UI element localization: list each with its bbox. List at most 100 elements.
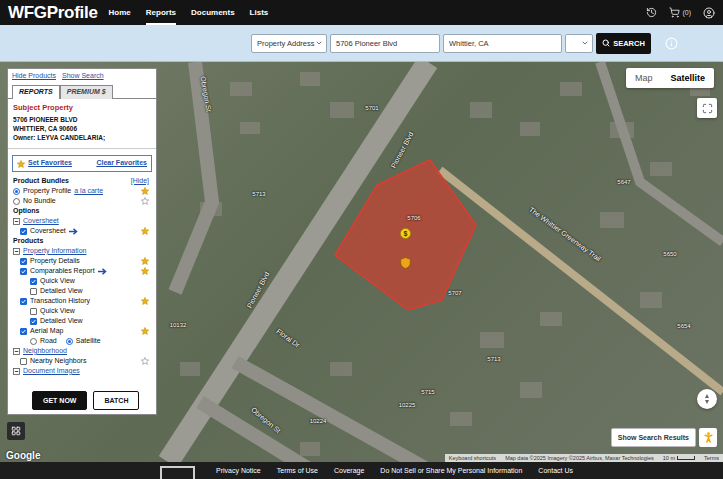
search-button[interactable]: SEARCH xyxy=(596,33,651,54)
checkbox[interactable] xyxy=(20,298,27,305)
footer-link[interactable]: Do Not Sell or Share My Personal Informa… xyxy=(380,467,522,474)
view-option[interactable]: Detailed View xyxy=(8,286,156,296)
panel-link[interactable]: Show Search xyxy=(62,72,104,81)
star-icon[interactable] xyxy=(17,160,25,168)
panel-link[interactable]: Hide Products xyxy=(12,72,56,81)
radio[interactable] xyxy=(13,188,20,195)
nav-item[interactable]: Reports xyxy=(146,0,176,25)
product-group[interactable]: Coversheet xyxy=(8,216,156,226)
checkbox[interactable] xyxy=(20,268,27,275)
view-option[interactable]: Quick View xyxy=(8,276,156,286)
product-row[interactable]: Aerial Map xyxy=(8,326,156,336)
checkbox[interactable] xyxy=(20,258,27,265)
view-option[interactable]: Quick View xyxy=(8,306,156,316)
parcel-label: 5647 xyxy=(617,179,630,185)
star-icon[interactable] xyxy=(141,327,149,335)
product-group[interactable]: Document Images xyxy=(8,366,156,376)
shield-pin-icon[interactable] xyxy=(400,257,411,269)
cart-button[interactable]: (0) xyxy=(669,7,691,18)
footer: Privacy Notice Terms of Use Coverage Do Not… xyxy=(0,462,723,479)
radio[interactable] xyxy=(66,338,73,345)
star-icon[interactable] xyxy=(141,197,149,205)
footer-link[interactable]: Contact Us xyxy=(538,467,573,474)
map-data-text: Map data ©2025 Imagery ©2025 Airbus, Max… xyxy=(505,455,654,461)
star-icon[interactable] xyxy=(141,227,149,235)
products-panel: Hide Products Show SearchREPORTSPREMIUM $… xyxy=(7,68,157,415)
map[interactable]: Pioneer BlvdPioneer BlvdObregon StObrego… xyxy=(0,62,723,462)
hide-link[interactable]: [Hide] xyxy=(131,177,149,186)
star-icon[interactable] xyxy=(141,187,149,195)
checkbox[interactable] xyxy=(20,328,27,335)
product-row[interactable]: Coversheet xyxy=(8,226,156,236)
show-search-results-button[interactable]: Show Search Results xyxy=(611,428,696,447)
product-row[interactable]: Comparables Report xyxy=(8,266,156,276)
grid-icon xyxy=(11,426,21,436)
batch-button[interactable]: BATCH xyxy=(93,391,139,410)
footer-link[interactable]: Coverage xyxy=(334,467,364,474)
view-option[interactable]: Detailed View xyxy=(8,316,156,326)
collapse-icon[interactable] xyxy=(13,248,20,255)
product-group[interactable]: Neighborhood xyxy=(8,346,156,356)
scale-bar[interactable]: 10 m xyxy=(663,455,695,461)
star-icon[interactable] xyxy=(141,357,149,365)
street-view-button[interactable] xyxy=(699,428,717,447)
nav-item[interactable]: Documents xyxy=(191,0,235,25)
checkbox[interactable] xyxy=(20,228,27,235)
map-style-option[interactable]: Road xyxy=(30,337,57,346)
checkbox[interactable] xyxy=(20,358,27,365)
map-type-button[interactable]: Map xyxy=(626,68,662,88)
city-input[interactable]: Whittier, CA xyxy=(443,34,562,53)
a-la-carte-link[interactable]: a la carte xyxy=(74,187,103,196)
chevron-down-icon xyxy=(315,39,323,47)
star-icon[interactable] xyxy=(141,267,149,275)
product-row[interactable]: Nearby Neighbors xyxy=(8,356,156,366)
arrow-right-icon[interactable] xyxy=(98,268,107,275)
nav-item[interactable]: Home xyxy=(109,0,131,25)
footer-link[interactable]: Privacy Notice xyxy=(216,467,261,474)
checkbox[interactable] xyxy=(30,318,37,325)
panel-tab[interactable]: PREMIUM $ xyxy=(60,85,113,99)
keyboard-shortcuts-link[interactable]: Keyboard shortcuts xyxy=(449,455,496,461)
get-now-button[interactable]: GET NOW xyxy=(32,391,87,410)
panel-tab[interactable]: REPORTS xyxy=(12,85,60,99)
radio[interactable] xyxy=(30,338,37,345)
grid-button[interactable] xyxy=(7,422,25,440)
map-type-button[interactable]: Satellite xyxy=(661,68,714,88)
checkbox[interactable] xyxy=(30,288,37,295)
radio[interactable] xyxy=(13,198,20,205)
header-icons: (0) xyxy=(646,0,715,25)
set-favorites-link[interactable]: Set Favorites xyxy=(28,159,72,168)
logo[interactable]: WFGProfile xyxy=(8,0,98,25)
arrow-right-icon[interactable] xyxy=(69,228,78,235)
product-row[interactable]: Property Details xyxy=(8,256,156,266)
address-input[interactable]: 5706 Pioneer Blvd xyxy=(330,34,440,53)
star-icon[interactable] xyxy=(141,257,149,265)
collapse-icon[interactable] xyxy=(13,368,20,375)
collapse-icon[interactable] xyxy=(13,218,20,225)
footer-link[interactable]: Terms of Use xyxy=(277,467,318,474)
unit-select[interactable] xyxy=(565,34,593,53)
map-style-option[interactable]: Satellite xyxy=(66,337,101,346)
favorites-bar: Set Favorites Clear Favorites xyxy=(12,155,152,172)
collapse-icon[interactable] xyxy=(13,348,20,355)
chevron-down-icon xyxy=(581,39,589,47)
star-icon[interactable] xyxy=(141,297,149,305)
nav-item[interactable]: Lists xyxy=(250,0,269,25)
subject-parcel[interactable] xyxy=(335,160,476,310)
product-group[interactable]: Property Information xyxy=(8,246,156,256)
checkbox[interactable] xyxy=(30,308,37,315)
bundle-option[interactable]: Property Profilea la carte xyxy=(8,186,156,196)
bundle-option[interactable]: No Bundle xyxy=(8,196,156,206)
history-icon[interactable] xyxy=(646,7,657,18)
fullscreen-button[interactable] xyxy=(697,98,717,118)
user-icon[interactable] xyxy=(703,7,715,19)
info-button[interactable] xyxy=(665,37,678,50)
cart-icon xyxy=(669,7,680,18)
product-row[interactable]: Transaction History xyxy=(8,296,156,306)
clear-favorites-link[interactable]: Clear Favorites xyxy=(96,159,147,168)
property-pin[interactable]: $ xyxy=(400,228,411,239)
pan-control[interactable] xyxy=(697,389,717,409)
terms-link[interactable]: Terms xyxy=(704,455,719,461)
checkbox[interactable] xyxy=(30,278,37,285)
search-type-select[interactable]: Property Address xyxy=(251,34,327,53)
